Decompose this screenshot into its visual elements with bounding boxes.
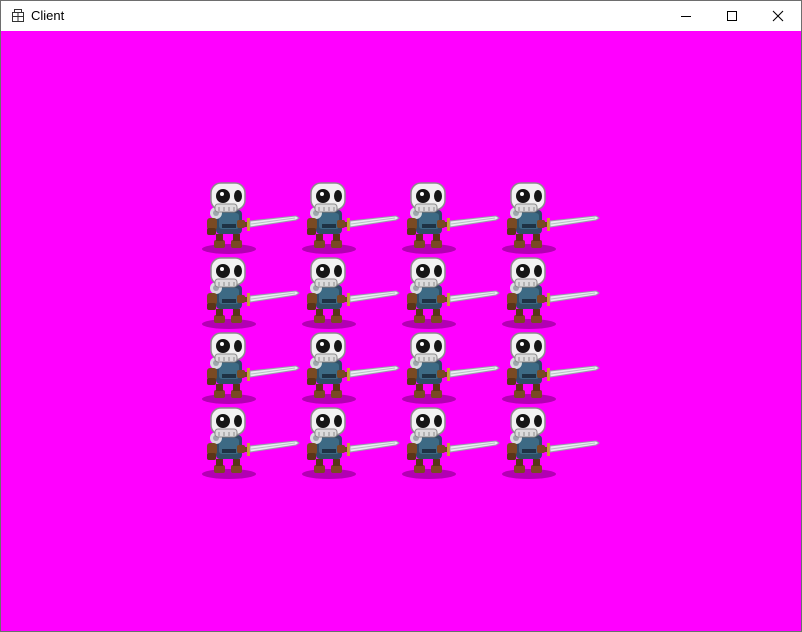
skeleton-sprite [301,180,403,256]
skeleton-sprite [501,330,603,406]
skeleton-sprite [401,255,503,331]
minimize-button[interactable] [663,1,709,31]
skeleton-sprite [201,255,303,331]
skeleton-sprite [501,180,603,256]
window-title: Client [31,8,65,23]
skeleton-sprite [301,330,403,406]
skeleton-sprite [201,330,303,406]
game-canvas[interactable] [1,31,801,631]
minimize-icon [681,16,691,17]
skeleton-sprite [401,405,503,481]
skeleton-sprite [301,405,403,481]
maximize-icon [727,11,737,21]
app-window-icon [10,8,26,24]
app-window: Client [0,0,802,632]
skeleton-sprite [201,405,303,481]
skeleton-sprite [401,330,503,406]
close-button[interactable] [755,1,801,31]
skeleton-sprite [501,255,603,331]
skeleton-sprite [201,180,303,256]
maximize-button[interactable] [709,1,755,31]
close-icon [772,10,784,22]
skeleton-sprite [501,405,603,481]
title-bar[interactable]: Client [1,1,801,31]
skeleton-sprite [301,255,403,331]
skeleton-sprite [401,180,503,256]
